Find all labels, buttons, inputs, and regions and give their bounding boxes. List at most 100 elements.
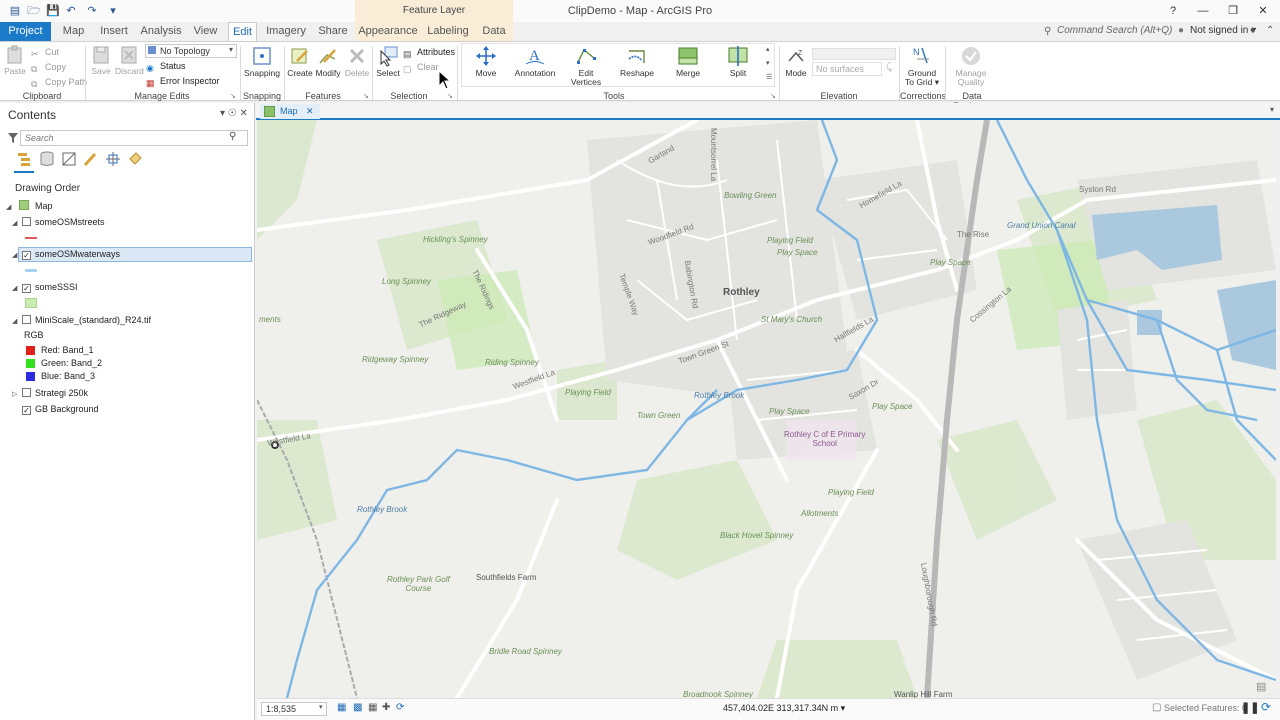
dialog-launcher-icon[interactable]: ↘ [770,92,776,100]
grid-icon[interactable]: ▦ [368,702,377,713]
restore-button[interactable]: ❒ [1223,3,1243,19]
view-menu-icon[interactable]: ▾ [1270,105,1274,114]
status-button[interactable]: ◉ Status [146,59,186,73]
map-canvas[interactable]: Rothley Garland Mountsorrel La Bowling G… [257,120,1276,698]
gallery-down-icon[interactable]: ▾ [766,59,770,67]
error-inspector-button[interactable]: ▦ Error Inspector [146,74,220,88]
select-button[interactable]: Select [374,45,402,91]
create-button[interactable]: Create [286,45,314,91]
visibility-checkbox[interactable]: ✓ [22,251,31,260]
split-button[interactable]: Split [714,45,762,91]
mode-button[interactable]: Z Mode [781,45,811,91]
close-button[interactable]: ✕ [1253,3,1273,19]
list-by-source-icon[interactable] [39,151,55,167]
visibility-checkbox[interactable]: ✓ [22,406,31,415]
redo-icon[interactable]: ↷ [85,4,99,18]
layer-gb-background[interactable]: ✓ GB Background [12,402,99,416]
zoom-extent-icon[interactable]: ▩ [353,702,362,713]
collapse-icon[interactable]: ◢ [6,201,16,215]
selected-features-count[interactable]: Selected Features: 0 [1164,703,1247,713]
surface-dropdown[interactable]: No surfaces [812,62,882,76]
layer-somesssi[interactable]: ◢ ✓ someSSSI [12,280,78,294]
visibility-checkbox[interactable]: ✓ [22,284,31,293]
filter-icon[interactable] [8,133,18,143]
pane-controls[interactable]: ▾ ☉ ✕ [220,108,248,119]
tab-view[interactable]: View [190,22,221,41]
manage-quality-button[interactable]: Manage Quality [947,45,995,91]
coordinate-readout[interactable]: 457,404.02E 313,317.34N m ▾ [723,703,845,714]
snapping-button[interactable]: Snapping [242,45,282,91]
tab-insert[interactable]: Insert [96,22,132,41]
notification-icon[interactable]: ▤ [1256,680,1266,693]
list-by-labeling-icon[interactable] [127,151,143,167]
layer-strategi[interactable]: ▷ Strategi 250k [12,386,88,400]
ground-to-grid-button[interactable]: N Ground To Grid ▾ [900,45,944,91]
topology-dropdown[interactable]: No Topology [145,44,237,58]
save-edits-button[interactable]: Save [88,45,114,91]
dialog-launcher-icon[interactable]: ↘ [363,92,369,100]
pause-icon[interactable]: ❚❚ [1241,701,1259,714]
signin-button[interactable]: Not signed in ▾ [1190,22,1256,40]
tab-data[interactable]: Data [475,22,513,41]
tab-imagery[interactable]: Imagery [264,22,308,41]
list-by-selection-icon[interactable] [61,151,77,167]
list-by-drawing-order-icon[interactable] [17,151,33,167]
search-icon[interactable]: ⚲ [229,131,236,142]
visibility-checkbox[interactable] [22,315,31,324]
copy-button[interactable]: ⧉ Copy [31,60,66,74]
discard-button[interactable]: Discard [115,45,144,91]
move-button[interactable]: Move [462,45,510,91]
copy-path-button[interactable]: ⧉ Copy Path [31,75,87,89]
merge-button[interactable]: Merge [664,45,712,91]
clear-button[interactable]: ▢ Clear [403,60,439,74]
close-tab-icon[interactable]: ✕ [306,106,314,116]
crosshair-icon[interactable]: ✚ [382,702,390,713]
ribbon-collapse-icon[interactable]: ⌃ [1266,25,1274,36]
dialog-launcher-icon[interactable]: ↘ [230,92,236,100]
collapse-icon[interactable]: ◢ [12,217,22,231]
map-scale-dropdown[interactable]: 1:8,535 [261,702,327,716]
help-button[interactable]: ? [1163,3,1183,19]
visibility-checkbox[interactable] [22,217,31,226]
tab-project[interactable]: Project [0,22,51,41]
expand-icon[interactable]: ▷ [12,388,22,402]
tab-edit[interactable]: Edit [228,22,257,41]
undo-icon[interactable]: ↶ [64,4,78,18]
tab-analysis[interactable]: Analysis [139,22,183,41]
layer-map[interactable]: ◢ Map [6,199,53,213]
tab-appearance[interactable]: Appearance [355,22,421,41]
open-icon[interactable]: 🗁 [27,4,41,18]
delete-button[interactable]: Delete [343,45,371,91]
gallery-up-icon[interactable]: ▴ [766,45,770,53]
paste-button[interactable]: Paste [3,45,27,91]
collapse-icon[interactable]: ◢ [12,282,22,296]
tab-share[interactable]: Share [314,22,352,41]
collapse-icon[interactable]: ◢ [12,315,22,329]
attributes-button[interactable]: ▤ Attributes [403,45,455,59]
edit-vertices-button[interactable]: Edit Vertices [562,45,610,91]
collapse-icon[interactable]: ◢ [12,249,22,263]
elevation-pick-icon[interactable]: ⤹ [886,62,892,73]
layer-miniscale[interactable]: ◢ MiniScale_(standard)_R24.tif [12,313,151,327]
modify-button[interactable]: Modify [314,45,342,91]
customize-qat-icon[interactable]: ▾ [106,4,120,18]
annotation-button[interactable]: A Annotation [511,45,559,91]
visibility-checkbox[interactable] [22,388,31,397]
list-by-snapping-icon[interactable] [105,151,121,167]
cut-button[interactable]: ✂ Cut [31,45,59,59]
command-search-input[interactable]: Command Search (Alt+Q) [1057,22,1189,40]
layer-someosmwaterways[interactable]: ◢ ✓ someOSMwaterways [12,247,120,261]
list-by-editing-icon[interactable] [83,151,99,167]
elevation-input[interactable] [812,48,896,60]
dialog-launcher-icon[interactable]: ↘ [447,92,453,100]
reshape-button[interactable]: Reshape [613,45,661,91]
bell-icon[interactable]: ♦ [1250,25,1255,36]
save-icon[interactable]: 💾 [46,4,60,18]
layer-someosmstreets[interactable]: ◢ someOSMstreets [12,215,105,229]
refresh-icon[interactable]: ⟳ [1261,700,1271,714]
rotate-icon[interactable]: ⟳ [396,702,404,713]
fixed-zoom-icon[interactable]: ▦ [337,702,346,713]
gallery-expand-icon[interactable]: ☰ [766,73,772,81]
tab-labeling[interactable]: Labeling [421,22,475,41]
contents-search-input[interactable]: Search [20,130,248,146]
